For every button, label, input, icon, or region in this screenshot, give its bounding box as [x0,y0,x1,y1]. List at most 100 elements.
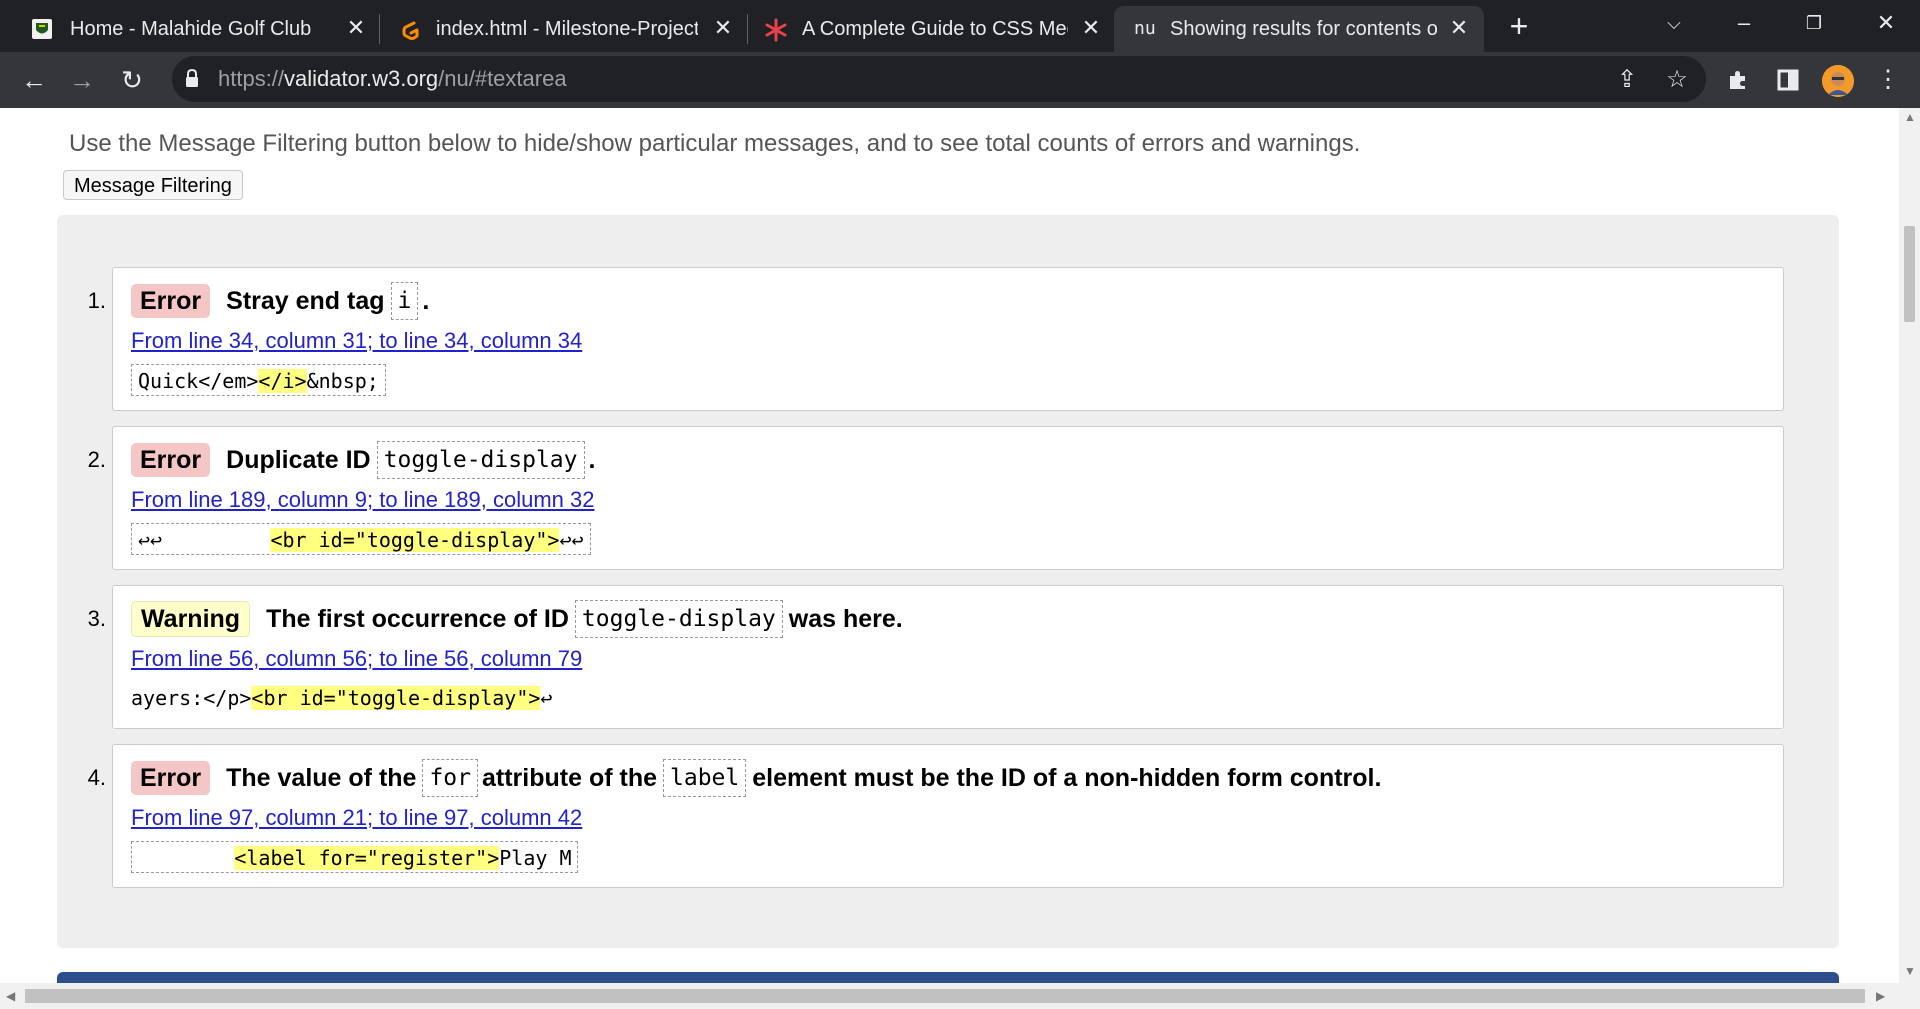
css-tricks-star-icon [764,18,788,42]
message-heading: Error Duplicate ID toggle-display. [131,441,595,479]
page-content: Use the Message Filtering button below t… [0,108,1899,983]
message-heading: Error The value of the for attribute of the… [131,759,1381,797]
message-item: 3. Warning The first occurrence of ID toggl… [88,585,1784,729]
message-text: . [588,445,596,474]
scroll-left-arrow-icon[interactable]: ◀ [6,989,15,1003]
message-item: 2. Error Duplicate ID toggle-display. From l… [88,426,1784,570]
url-path: /nu/#textarea [438,66,567,91]
tab-css-media-guide[interactable]: A Complete Guide to CSS Media ✕ [748,6,1114,52]
validation-results-panel: 1. Error Stray end tag i. From line 34, colu… [57,215,1839,948]
bookmark-star-icon[interactable]: ☆ [1662,65,1692,95]
source-extract: ayers:</p><br id="toggle-display">↩ [125,682,558,714]
message-filtering-button[interactable]: Message Filtering [63,170,243,200]
message-code: i [390,282,419,320]
message-heading: Warning The first occurrence of ID toggle-… [131,600,903,638]
filtering-instructions: Use the Message Filtering button below t… [69,130,1361,157]
source-location-link[interactable]: From line 189, column 9; to line 189, co… [131,487,594,513]
close-tab-icon[interactable]: ✕ [343,14,369,42]
message-text: Stray end tag [226,286,385,315]
extract-text: ↩↩ [559,528,584,552]
message-item: 1. Error Stray end tag i. From line 34, colu… [88,267,1784,411]
browser-tab-strip: Home - Malahide Golf Club ✕ index.html -… [0,0,1920,52]
extensions-puzzle-icon[interactable] [1720,62,1756,98]
message-text: The first occurrence of ID [266,604,569,633]
restore-window-icon[interactable]: ❐ [1794,8,1834,38]
source-extract: ↩↩ <br id="toggle-display">↩↩ [131,523,591,555]
close-tab-icon[interactable]: ✕ [1078,14,1104,42]
tab-title: A Complete Guide to CSS Media [802,18,1068,40]
browser-toolbar: ← → ↻ https://validator.w3.org/nu/#texta… [0,52,1920,108]
source-location-link[interactable]: From line 97, column 21; to line 97, col… [131,805,582,831]
message-text: Duplicate ID [226,445,371,474]
url-scheme: https:// [218,66,285,91]
error-badge: Error [131,761,211,795]
extract-text: Play M [499,846,572,870]
tab-index-html[interactable]: index.html - Milestone-Project-1 ✕ [380,6,746,52]
message-number: 1. [87,288,106,313]
lock-icon [184,68,200,88]
browser-menu-icon[interactable]: ⋮ [1870,62,1906,98]
message-text: The value of the [226,763,417,792]
tab-title: index.html - Milestone-Project-1 [436,18,698,40]
scroll-up-arrow-icon[interactable]: ▲ [1904,110,1916,124]
message-code: label [663,759,747,797]
message-code: toggle-display [574,600,783,638]
source-extract: <label for="register">Play M [131,841,579,873]
nu-validator-icon: nu [1134,18,1156,39]
message-number: 2. [87,447,106,472]
message-number: 4. [87,765,106,790]
message-code: for [422,759,478,797]
close-window-icon[interactable]: ✕ [1866,8,1906,38]
profile-avatar[interactable] [1822,65,1854,97]
extract-text: ↩↩ [138,528,271,552]
tab-search-chevron-icon[interactable]: ⌵ [1654,8,1694,38]
tab-title: Showing results for contents of t [1170,18,1438,40]
address-bar[interactable]: https://validator.w3.org/nu/#textarea ⇪ … [172,56,1706,102]
golf-club-crest-icon [30,18,54,40]
extract-text: &nbsp; [306,369,379,393]
message-number: 3. [87,606,106,631]
source-location-link[interactable]: From line 56, column 56; to line 56, col… [131,646,582,672]
message-text: . [422,286,430,315]
close-tab-icon[interactable]: ✕ [1446,14,1472,42]
footer-bar [57,972,1839,983]
vertical-scrollbar[interactable]: ▲ ▼ [1899,108,1920,983]
forward-arrow-icon[interactable]: → [64,62,100,98]
url-host: validator.w3.org [284,66,439,91]
extract-highlight: <br id="toggle-display"> [251,686,541,710]
tab-title: Home - Malahide Golf Club [70,18,312,40]
extract-highlight: <label for="register"> [234,846,500,870]
vertical-scroll-thumb[interactable] [1904,226,1915,322]
warning-badge: Warning [131,601,251,637]
message-text: element must be the ID of a non-hidden f… [752,763,1382,792]
message-text: was here. [788,604,903,633]
tab-malahide-golf-club[interactable]: Home - Malahide Golf Club ✕ [0,6,378,52]
extract-highlight: </i> [258,369,307,393]
horizontal-scrollbar[interactable]: ◀ ▶ [0,983,1920,1009]
extract-text [138,846,234,870]
error-badge: Error [131,284,211,318]
scroll-right-arrow-icon[interactable]: ▶ [1876,989,1885,1003]
side-panel-icon[interactable] [1770,62,1806,98]
url-text: https://validator.w3.org/nu/#textarea [218,67,567,91]
horizontal-scroll-thumb[interactable] [25,989,1865,1003]
source-extract: Quick</em></i>&nbsp; [131,364,386,396]
scroll-down-arrow-icon[interactable]: ▼ [1904,964,1916,978]
message-heading: Error Stray end tag i. [131,282,429,320]
close-tab-icon[interactable]: ✕ [710,14,736,42]
extract-text: ↩ [540,686,553,710]
extract-highlight: <br id="toggle-display"> [270,528,560,552]
error-badge: Error [131,443,211,477]
back-arrow-icon[interactable]: ← [16,62,52,98]
extract-text: ayers:</p> [131,686,252,710]
source-location-link[interactable]: From line 34, column 31; to line 34, col… [131,328,582,354]
tab-validator-results[interactable]: nu Showing results for contents of t ✕ [1114,6,1484,52]
message-code: toggle-display [376,441,585,479]
extract-text: Quick</em> [138,369,259,393]
minimize-window-icon[interactable]: – [1724,8,1764,38]
gitpod-logo-icon [398,18,422,40]
new-tab-button[interactable]: + [1502,10,1536,44]
share-icon[interactable]: ⇪ [1612,65,1642,95]
message-item: 4. Error The value of the for attribute of t… [88,744,1784,888]
reload-icon[interactable]: ↻ [114,62,150,98]
